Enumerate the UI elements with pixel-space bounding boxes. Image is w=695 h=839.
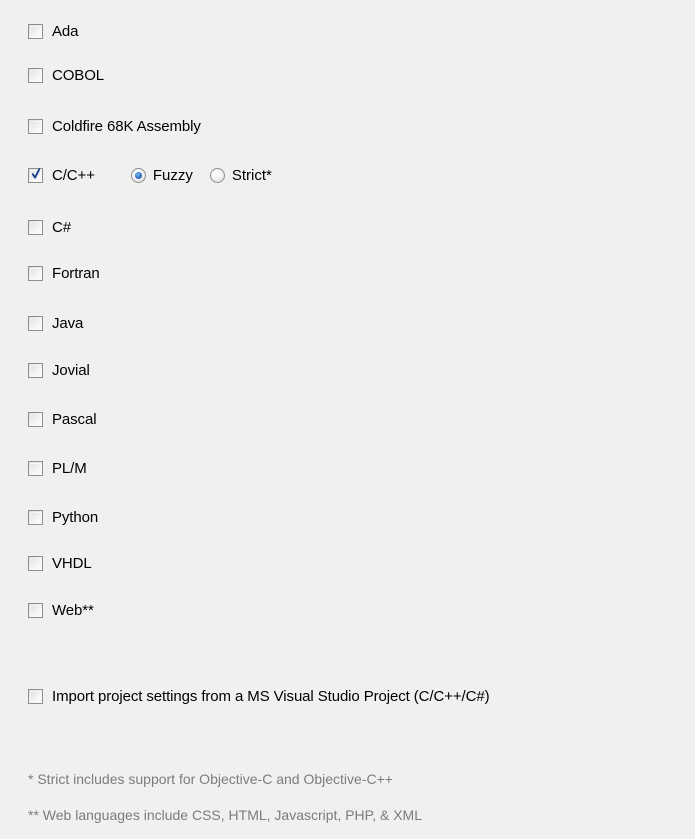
checkbox[interactable] xyxy=(28,265,43,281)
language-label: Fortran xyxy=(52,264,100,282)
checkbox[interactable] xyxy=(28,219,43,235)
checkbox[interactable] xyxy=(28,688,43,704)
language-option-python[interactable]: Python xyxy=(28,506,98,528)
checkbox[interactable] xyxy=(28,67,43,83)
import-vs-project-option[interactable]: Import project settings from a MS Visual… xyxy=(28,685,490,707)
strict-radio[interactable] xyxy=(209,167,225,183)
checkbox-checked[interactable] xyxy=(28,167,43,183)
strict-footnote: * Strict includes support for Objective-… xyxy=(28,771,393,787)
checkmark-icon xyxy=(32,167,40,179)
language-option-ada[interactable]: Ada xyxy=(28,20,78,42)
cpp-mode-radio-group: Fuzzy Strict* xyxy=(130,167,272,184)
language-label: C/C++ xyxy=(52,166,95,184)
language-label: COBOL xyxy=(52,66,105,84)
language-option-cpp[interactable]: C/C++ Fuzzy Strict* xyxy=(28,164,272,186)
checkbox[interactable] xyxy=(28,460,43,476)
checkbox[interactable] xyxy=(28,509,43,525)
checkbox[interactable] xyxy=(28,602,43,618)
language-option-vhdl[interactable]: VHDL xyxy=(28,552,92,574)
import-vs-project-label: Import project settings from a MS Visual… xyxy=(52,687,490,705)
language-label: C# xyxy=(52,218,71,236)
checkbox[interactable] xyxy=(28,118,43,134)
language-option-jovial[interactable]: Jovial xyxy=(28,359,90,381)
fuzzy-radio-label[interactable]: Fuzzy xyxy=(153,167,193,184)
language-option-cobol[interactable]: COBOL xyxy=(28,64,104,86)
fuzzy-radio[interactable] xyxy=(130,167,146,183)
checkbox[interactable] xyxy=(28,555,43,571)
checkbox[interactable] xyxy=(28,362,43,378)
language-option-csharp[interactable]: C# xyxy=(28,216,71,238)
radio-selected-dot xyxy=(134,171,142,179)
language-option-pascal[interactable]: Pascal xyxy=(28,408,97,430)
web-footnote: ** Web languages include CSS, HTML, Java… xyxy=(28,807,422,823)
language-label: Web** xyxy=(52,601,94,619)
checkbox[interactable] xyxy=(28,23,43,39)
language-label: PL/M xyxy=(52,459,87,477)
language-label: Ada xyxy=(52,22,79,40)
language-label: Python xyxy=(52,508,99,526)
checkbox[interactable] xyxy=(28,411,43,427)
language-label: Coldfire 68K Assembly xyxy=(52,117,201,135)
language-label: Pascal xyxy=(52,410,97,428)
language-option-java[interactable]: Java xyxy=(28,312,83,334)
language-label: Jovial xyxy=(52,361,90,379)
language-option-plm[interactable]: PL/M xyxy=(28,457,87,479)
strict-radio-label[interactable]: Strict* xyxy=(232,167,272,184)
language-label: VHDL xyxy=(52,554,92,572)
language-option-coldfire-68k-assembly[interactable]: Coldfire 68K Assembly xyxy=(28,115,201,137)
language-option-fortran[interactable]: Fortran xyxy=(28,262,100,284)
language-label: Java xyxy=(52,314,84,332)
language-option-web[interactable]: Web** xyxy=(28,599,94,621)
checkbox[interactable] xyxy=(28,315,43,331)
